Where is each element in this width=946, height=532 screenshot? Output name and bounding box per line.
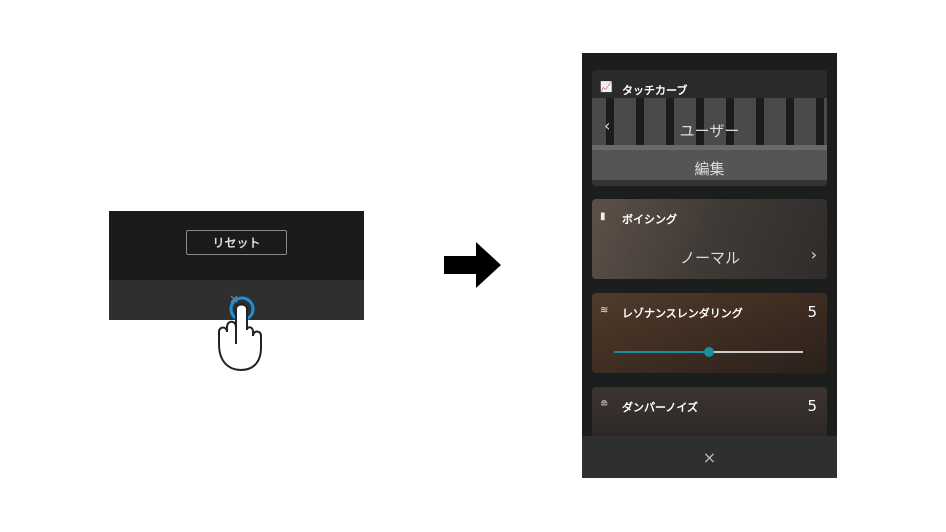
voicing-card[interactable]: ▮ ボイシング ノーマル › xyxy=(592,199,827,279)
resonance-card: ≋ レゾナンスレンダリング 5 xyxy=(592,293,827,373)
voicing-value: ノーマル xyxy=(680,249,741,267)
resonance-icon: ≋ xyxy=(600,305,609,316)
footer-bar: × xyxy=(582,436,837,478)
damper-value: 5 xyxy=(807,397,817,415)
right-arrow-icon xyxy=(444,242,501,288)
card-title: タッチカーブ xyxy=(622,84,688,97)
edit-button[interactable]: 編集 xyxy=(592,158,827,179)
touch-curve-value: ユーザー xyxy=(679,122,740,140)
card-title: ボイシング xyxy=(622,213,677,226)
hammer-icon: ▮ xyxy=(600,211,606,222)
settings-screen-after: 📈 タッチカーブ ‹ ユーザー 編集 ▮ ボイシング ノーマル › ≋ レゾナン… xyxy=(582,53,837,478)
tap-hand-icon xyxy=(218,296,262,372)
resonance-slider[interactable] xyxy=(614,347,803,357)
chevron-right-icon[interactable]: › xyxy=(811,245,817,264)
damper-icon: ≘ xyxy=(600,399,609,410)
reset-button[interactable]: リセット xyxy=(186,230,287,255)
touch-curve-card[interactable]: 📈 タッチカーブ ‹ ユーザー 編集 xyxy=(592,70,827,186)
close-icon[interactable]: × xyxy=(703,448,716,467)
card-title: ダンパーノイズ xyxy=(622,401,699,414)
slider-handle[interactable] xyxy=(703,347,714,357)
resonance-value: 5 xyxy=(807,303,817,321)
card-title: レゾナンスレンダリング xyxy=(622,307,743,320)
chart-line-icon: 📈 xyxy=(600,82,613,93)
